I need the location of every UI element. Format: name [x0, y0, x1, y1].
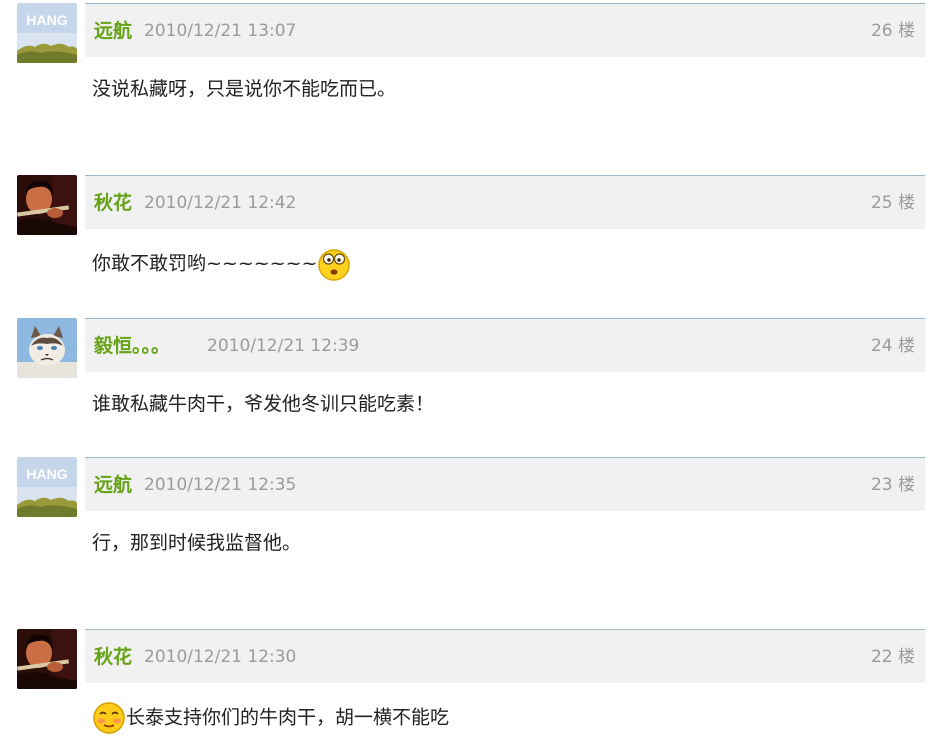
hang-sky-avatar[interactable]: HANG [17, 457, 77, 517]
person-flute-avatar[interactable] [17, 629, 77, 689]
avatar-logo-text: HANG [26, 12, 67, 28]
author-name[interactable]: 远航 [94, 473, 132, 497]
floor-number: 25 楼 [870, 193, 915, 213]
surprised-face-icon [317, 247, 351, 281]
author-name[interactable]: 秋花 [94, 191, 132, 215]
post-header: 毅恒。。。 2010/12/21 12:39 24 楼 [85, 318, 925, 372]
author-name[interactable]: 秋花 [94, 645, 132, 669]
avatar-logo-text: HANG [26, 466, 67, 482]
post-header: 远航 2010/12/21 13:07 26 楼 [85, 3, 925, 57]
post-time: 2010/12/21 12:35 [144, 475, 297, 495]
post-text: 没说私藏呀，只是说你不能吃而已。 [92, 78, 397, 100]
person-flute-avatar[interactable] [17, 175, 77, 235]
author-name[interactable]: 毅恒。。。 [94, 334, 170, 358]
post-time: 2010/12/21 12:42 [144, 193, 297, 213]
post-content: 谁敢私藏牛肉干，爷发他冬训只能吃素！ [92, 390, 434, 418]
post-content: 没说私藏呀，只是说你不能吃而已。 [92, 75, 396, 103]
floor-number: 26 楼 [870, 21, 915, 41]
post-time: 2010/12/21 12:39 [207, 336, 360, 356]
post-time: 2010/12/21 12:30 [144, 647, 297, 667]
post-header: 远航 2010/12/21 12:35 23 楼 [85, 457, 925, 511]
post-time: 2010/12/21 13:07 [144, 21, 297, 41]
post-text: 行，那到时候我监督他。 [92, 532, 302, 554]
grumpy-cat-avatar[interactable] [17, 318, 77, 378]
post-header: 秋花 2010/12/21 12:42 25 楼 [85, 175, 925, 229]
post-text: 谁敢私藏牛肉干，爷发他冬训只能吃素！ [92, 393, 435, 415]
post-text: 长泰支持你们的牛肉干，胡一横不能吃 [126, 706, 450, 729]
post-content: 行，那到时候我监督他。 [92, 529, 301, 557]
post-content: 长泰支持你们的牛肉干，胡一横不能吃 [92, 701, 449, 735]
post-header: 秋花 2010/12/21 12:30 22 楼 [85, 629, 925, 683]
floor-number: 23 楼 [870, 475, 915, 495]
floor-number: 24 楼 [870, 336, 915, 356]
author-name[interactable]: 远航 [94, 19, 132, 43]
hang-sky-avatar[interactable]: HANG [17, 3, 77, 63]
post-text: 你敢不敢罚哟~~~~~~~ [92, 252, 318, 275]
floor-number: 22 楼 [870, 647, 915, 667]
sly-face-icon [92, 701, 126, 735]
post-content: 你敢不敢罚哟~~~~~~~ [92, 247, 351, 281]
